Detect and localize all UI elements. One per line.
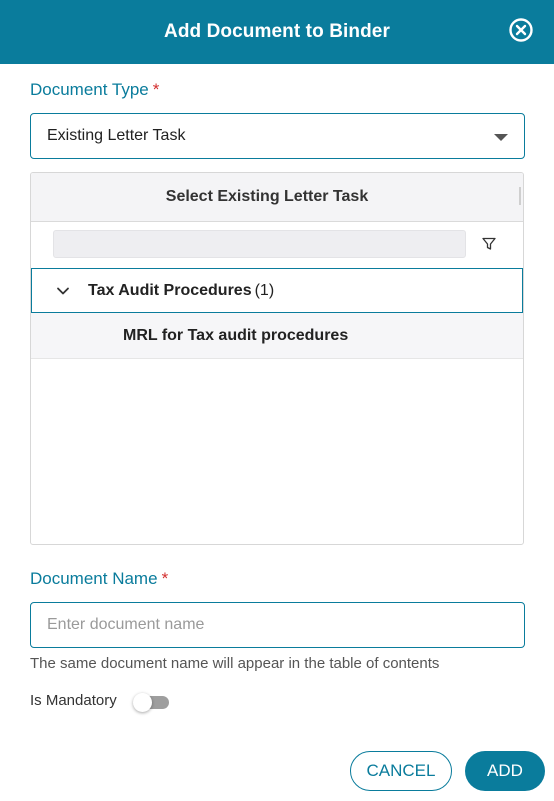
is-mandatory-label: Is Mandatory <box>30 692 117 709</box>
group-label: Tax Audit Procedures <box>88 281 252 299</box>
grid-column-title: Select Existing Letter Task <box>165 188 369 205</box>
dialog-title: Add Document to Binder <box>164 21 390 42</box>
document-name-label: Document Name * <box>30 569 168 589</box>
required-mark: * <box>152 80 160 99</box>
column-resize-handle[interactable] <box>519 187 521 205</box>
list-item[interactable]: MRL for Tax audit procedures <box>31 313 523 359</box>
grid-filter-input[interactable] <box>53 230 466 258</box>
is-mandatory-toggle[interactable] <box>133 693 171 713</box>
grid-filter-row <box>31 222 523 269</box>
chevron-down-icon[interactable] <box>56 284 70 298</box>
document-name-helper: The same document name will appear in th… <box>30 655 440 672</box>
document-type-label: Document Type * <box>30 80 159 100</box>
dialog-header: Add Document to Binder <box>0 0 554 64</box>
toggle-thumb <box>133 693 152 712</box>
group-row-tax-audit-procedures[interactable]: Tax Audit Procedures (1) <box>31 268 523 313</box>
document-type-label-text: Document Type <box>30 80 149 99</box>
grid-column-header[interactable]: Select Existing Letter Task <box>31 173 523 222</box>
cancel-button[interactable]: CANCEL <box>350 751 452 791</box>
close-icon[interactable] <box>508 17 534 43</box>
add-button[interactable]: ADD <box>465 751 545 791</box>
caret-down-icon <box>494 134 508 141</box>
document-type-value: Existing Letter Task <box>47 127 186 144</box>
group-count: (1) <box>254 281 275 299</box>
document-name-field[interactable] <box>30 602 525 648</box>
required-mark: * <box>161 569 169 588</box>
document-type-select[interactable]: Existing Letter Task <box>30 113 525 159</box>
document-name-label-text: Document Name <box>30 569 158 588</box>
letter-task-grid: Select Existing Letter Task Tax Audit Pr… <box>30 172 524 545</box>
filter-icon[interactable] <box>481 236 497 252</box>
list-item-label: MRL for Tax audit procedures <box>123 326 349 344</box>
